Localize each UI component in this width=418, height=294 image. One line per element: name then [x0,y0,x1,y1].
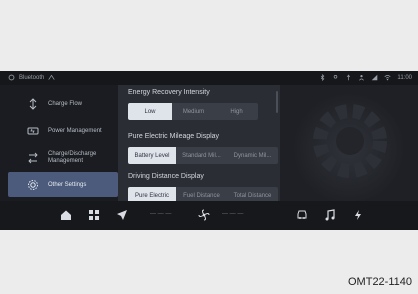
manual-figure: Bluetooth 11:00 Charge Flow Power Manage… [0,0,418,294]
energy-option-high[interactable]: High [215,103,258,120]
signal-icon [48,74,55,80]
power-management-icon [27,127,39,134]
mileage-option-dynamic[interactable]: Dynamic Mil... [227,147,278,164]
energy-recovery-title: Energy Recovery Intensity [128,89,210,96]
energy-option-low[interactable]: Low [128,103,172,120]
sidebar: Charge Flow Power Management Charge/Disc… [0,85,118,201]
gear-background-icon [313,104,387,178]
vehicle-icon[interactable] [296,209,308,221]
person-icon [359,74,365,81]
energy-option-medium[interactable]: Medium [172,103,215,120]
status-bar: Bluetooth 11:00 [0,71,418,85]
location-icon [334,75,338,79]
sidebar-item-label: Charge/Discharge Management [48,150,97,164]
clock: 11:00 [397,74,412,81]
temperature-right[interactable]: — — — [222,211,243,217]
mileage-display-selector: Battery Level Standard Mil... Dynamic Mi… [128,147,278,164]
driving-distance-title: Driving Distance Display [128,173,204,180]
charge-discharge-icon [28,152,38,163]
apps-icon[interactable] [88,209,100,221]
vehicle-status-icon [8,74,15,81]
settings-icon [28,179,38,190]
panel-scrollbar[interactable] [276,91,278,113]
mileage-option-standard[interactable]: Standard Mil... [176,147,227,164]
home-icon[interactable] [60,209,72,221]
sidebar-item-label: Power Management [48,127,102,134]
energy-icon[interactable] [352,209,364,221]
sidebar-item-power-management[interactable]: Power Management [8,118,118,143]
sidebar-item-charge-discharge[interactable]: Charge/Discharge Management [8,145,118,170]
status-left: Bluetooth [8,74,55,81]
figure-caption: OMT22-1140 [348,276,412,288]
charge-flow-icon [29,97,37,110]
mileage-option-battery-level[interactable]: Battery Level [128,147,176,164]
settings-panel: Energy Recovery Intensity Low Medium Hig… [118,85,280,204]
status-right: 11:00 [319,74,412,81]
sidebar-item-label: Charge Flow [48,100,83,107]
temperature-left[interactable]: — — — [150,211,171,217]
wifi-icon [384,75,391,81]
bottom-nav-bar: — — — — — — [0,201,418,230]
fan-icon[interactable] [198,209,210,221]
network-icon [372,74,378,81]
energy-recovery-selector: Low Medium High [128,103,258,120]
usb-icon [347,74,351,81]
infotainment-screen: Bluetooth 11:00 Charge Flow Power Manage… [0,71,418,230]
mileage-display-title: Pure Electric Mileage Display [128,133,220,140]
status-left-label: Bluetooth [19,74,45,81]
navigation-icon[interactable] [116,209,128,221]
sidebar-item-label: Other Settings [48,181,87,188]
sidebar-item-charge-flow[interactable]: Charge Flow [8,91,118,116]
music-icon[interactable] [324,209,336,221]
sidebar-item-other-settings[interactable]: Other Settings [8,172,118,197]
bluetooth-icon [321,74,325,81]
